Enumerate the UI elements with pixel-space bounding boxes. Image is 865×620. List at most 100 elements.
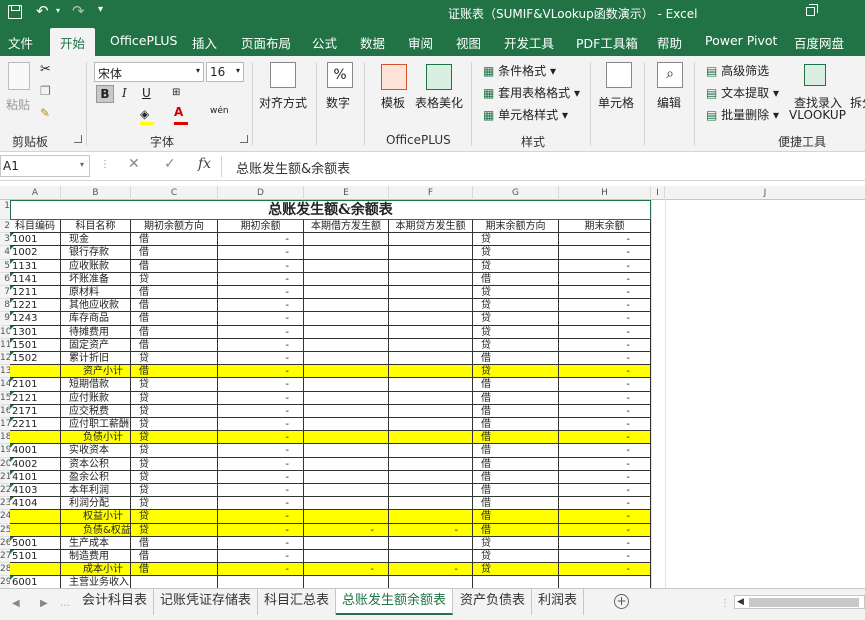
cell-code[interactable]: 1211 (10, 286, 61, 300)
cell-close[interactable]: - (559, 510, 651, 524)
undo-dropdown-icon[interactable]: ▾ (56, 6, 60, 15)
cell-credit[interactable]: - (389, 523, 473, 537)
cell-dir2[interactable]: 借 (473, 470, 559, 484)
cell-debit[interactable]: - (304, 563, 389, 577)
cell-dir2[interactable]: 贷 (473, 286, 559, 300)
cell-dir1[interactable]: 贷 (131, 404, 218, 418)
cell-debit[interactable] (304, 470, 389, 484)
tab-page-layout[interactable]: 页面布局 (241, 33, 291, 52)
column-header[interactable]: J (665, 186, 865, 200)
row-header[interactable]: 8 (0, 299, 10, 313)
cell-close[interactable]: - (559, 470, 651, 484)
tab-home[interactable]: 开始 (50, 28, 96, 56)
cell-open[interactable]: - (218, 470, 304, 484)
format-painter-icon[interactable]: ✎ (40, 106, 50, 120)
cell-debit[interactable] (304, 272, 389, 286)
cell-dir2[interactable]: 借 (473, 523, 559, 537)
cell-close[interactable]: - (559, 233, 651, 247)
cell-credit[interactable] (389, 536, 473, 550)
cell-credit[interactable] (389, 576, 473, 588)
tab-insert[interactable]: 插入 (192, 33, 217, 52)
row-header[interactable]: 27 (0, 550, 10, 564)
row-header[interactable]: 16 (0, 404, 10, 418)
cell-close[interactable] (559, 576, 651, 588)
cell-dir1[interactable]: 贷 (131, 352, 218, 366)
cell-debit[interactable] (304, 246, 389, 260)
row-header[interactable]: 28 (0, 563, 10, 577)
column-header[interactable]: C (131, 186, 218, 200)
cell-credit[interactable] (389, 444, 473, 458)
header-cell[interactable]: 期初余额 (218, 220, 304, 234)
cell-credit[interactable] (389, 484, 473, 498)
batch-delete-button[interactable]: ▤ 批量删除 ▾ (706, 106, 779, 123)
row-header[interactable]: 23 (0, 497, 10, 511)
cell-name[interactable]: 现金 (61, 233, 131, 247)
row-header[interactable]: 12 (0, 352, 10, 366)
adv-filter-button[interactable]: ▤ 高级筛选 (706, 62, 769, 79)
cell-name[interactable]: 银行存款 (61, 246, 131, 260)
cell-code[interactable]: 4101 (10, 470, 61, 484)
cell-close[interactable]: - (559, 286, 651, 300)
cell-code[interactable]: 1243 (10, 312, 61, 326)
cell-open[interactable]: - (218, 431, 304, 445)
cell-dir1[interactable]: 借 (131, 312, 218, 326)
percent-icon[interactable]: % (327, 62, 353, 88)
table-format-button[interactable]: ▦ 套用表格格式 ▾ (483, 84, 580, 101)
cell-debit[interactable] (304, 550, 389, 564)
cell-credit[interactable] (389, 470, 473, 484)
cell-debit[interactable] (304, 576, 389, 588)
cell-dir1[interactable]: 贷 (131, 497, 218, 511)
row-header[interactable]: 13 (0, 365, 10, 379)
cell-open[interactable]: - (218, 457, 304, 471)
sheet-title-cell[interactable]: 总账发生额&余额表 (10, 200, 651, 220)
cell-code[interactable]: 2211 (10, 418, 61, 432)
font-color-icon[interactable]: A (174, 105, 183, 119)
cell-debit[interactable] (304, 536, 389, 550)
redo-icon[interactable]: ↷ (72, 2, 85, 20)
tab-formulas[interactable]: 公式 (312, 33, 337, 52)
cell-close[interactable]: - (559, 418, 651, 432)
cell-name[interactable]: 实收资本 (61, 444, 131, 458)
font-size-select[interactable]: 16 ▾ (206, 62, 244, 82)
cell-debit[interactable] (304, 286, 389, 300)
cell-debit[interactable] (304, 299, 389, 313)
cell-credit[interactable] (389, 550, 473, 564)
cell-debit[interactable] (304, 378, 389, 392)
cell-code[interactable]: 1002 (10, 246, 61, 260)
column-header[interactable]: H (559, 186, 651, 200)
cell-debit[interactable] (304, 325, 389, 339)
cell-debit[interactable] (304, 497, 389, 511)
cell-close[interactable]: - (559, 272, 651, 286)
cell-credit[interactable] (389, 312, 473, 326)
cell-credit[interactable]: - (389, 563, 473, 577)
cell-open[interactable]: - (218, 299, 304, 313)
cell-dir2[interactable]: 贷 (473, 259, 559, 273)
italic-button[interactable]: I (122, 86, 127, 100)
cell-code[interactable]: 6001 (10, 576, 61, 588)
cell-dir2[interactable]: 借 (473, 352, 559, 366)
row-header[interactable]: 4 (0, 246, 10, 260)
cell-open[interactable]: - (218, 563, 304, 577)
cell-name[interactable]: 本年利润 (61, 484, 131, 498)
cell-open[interactable]: - (218, 550, 304, 564)
save-icon[interactable] (8, 5, 22, 19)
cell-credit[interactable] (389, 457, 473, 471)
cell-dir1[interactable]: 贷 (131, 484, 218, 498)
formula-input[interactable]: 总账发生额&余额表 (236, 158, 350, 177)
cell-code[interactable]: 1501 (10, 338, 61, 352)
row-header[interactable]: 10 (0, 325, 10, 339)
cell-dir1[interactable]: 借 (131, 365, 218, 379)
cell-close[interactable]: - (559, 550, 651, 564)
row-header[interactable]: 24 (0, 510, 10, 524)
font-dialog-launcher[interactable] (240, 135, 248, 143)
cell-open[interactable]: - (218, 325, 304, 339)
cell-open[interactable]: - (218, 510, 304, 524)
cell-dir1[interactable]: 贷 (131, 444, 218, 458)
cell-dir2[interactable]: 贷 (473, 325, 559, 339)
cell-name[interactable]: 短期借款 (61, 378, 131, 392)
row-header[interactable]: 26 (0, 536, 10, 550)
cell-open[interactable]: - (218, 246, 304, 260)
cell-name[interactable]: 原材料 (61, 286, 131, 300)
cell-debit[interactable]: - (304, 523, 389, 537)
sheet-tab-active[interactable]: 总账发生额余额表 (336, 589, 454, 615)
